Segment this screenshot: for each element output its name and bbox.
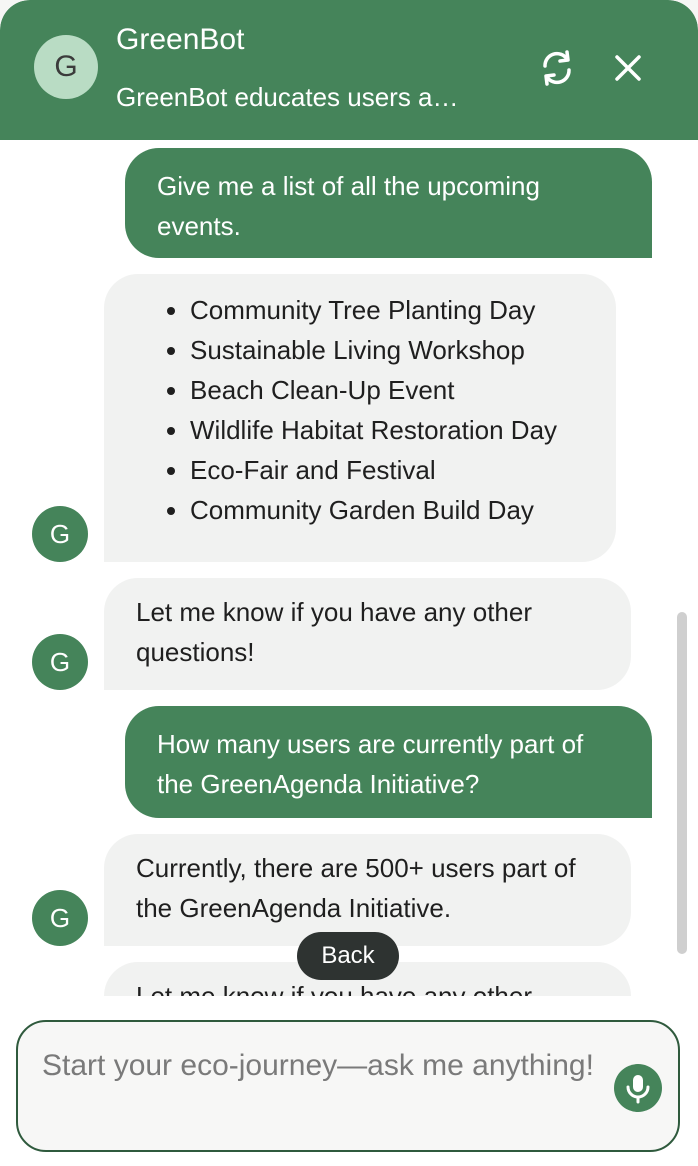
list-item: Community Tree Planting Day <box>190 290 616 330</box>
bot-message: Let me know if you have any other questi… <box>104 578 631 690</box>
event-list: Community Tree Planting Day Sustainable … <box>104 290 616 530</box>
bot-description: GreenBot educates users a… <box>116 82 459 112</box>
bot-message: Community Tree Planting Day Sustainable … <box>104 274 616 562</box>
user-message-text: How many users are currently part of the… <box>157 729 584 799</box>
list-item: Wildlife Habitat Restoration Day <box>190 410 616 450</box>
close-icon <box>615 55 641 81</box>
bot-message-text: Currently, there are 500+ users part of … <box>136 853 576 923</box>
bot-avatar: G <box>32 890 88 946</box>
bot-message-text: Let me know if you have any other questi… <box>136 597 533 667</box>
bot-name: GreenBot <box>116 23 245 56</box>
list-item: Eco-Fair and Festival <box>190 450 616 490</box>
user-message-text: Give me a list of all the upcoming event… <box>157 171 540 241</box>
refresh-button[interactable] <box>537 48 577 88</box>
list-item: Community Garden Build Day <box>190 490 616 530</box>
bot-avatar: G <box>34 35 98 99</box>
message-input[interactable] <box>42 1046 602 1136</box>
bot-avatar: G <box>32 506 88 562</box>
bot-message: Currently, there are 500+ users part of … <box>104 834 631 946</box>
chat-widget: G GreenBot GreenBot educates users a… Gi… <box>0 0 698 1166</box>
message-input-box <box>16 1020 680 1152</box>
microphone-icon <box>626 1075 650 1104</box>
refresh-icon <box>543 50 571 86</box>
bot-avatar: G <box>32 634 88 690</box>
back-button[interactable]: Back <box>297 932 399 980</box>
close-button[interactable] <box>610 50 646 86</box>
bot-message-text: Let me know if you have any other <box>136 981 533 996</box>
microphone-button[interactable] <box>614 1064 662 1112</box>
list-item: Beach Clean-Up Event <box>190 370 616 410</box>
chat-header: G GreenBot GreenBot educates users a… <box>0 0 698 140</box>
list-item: Sustainable Living Workshop <box>190 330 616 370</box>
chat-messages[interactable]: Give me a list of all the upcoming event… <box>0 140 698 996</box>
user-message: Give me a list of all the upcoming event… <box>125 148 652 258</box>
scrollbar-thumb[interactable] <box>677 612 687 954</box>
user-message: How many users are currently part of the… <box>125 706 652 818</box>
